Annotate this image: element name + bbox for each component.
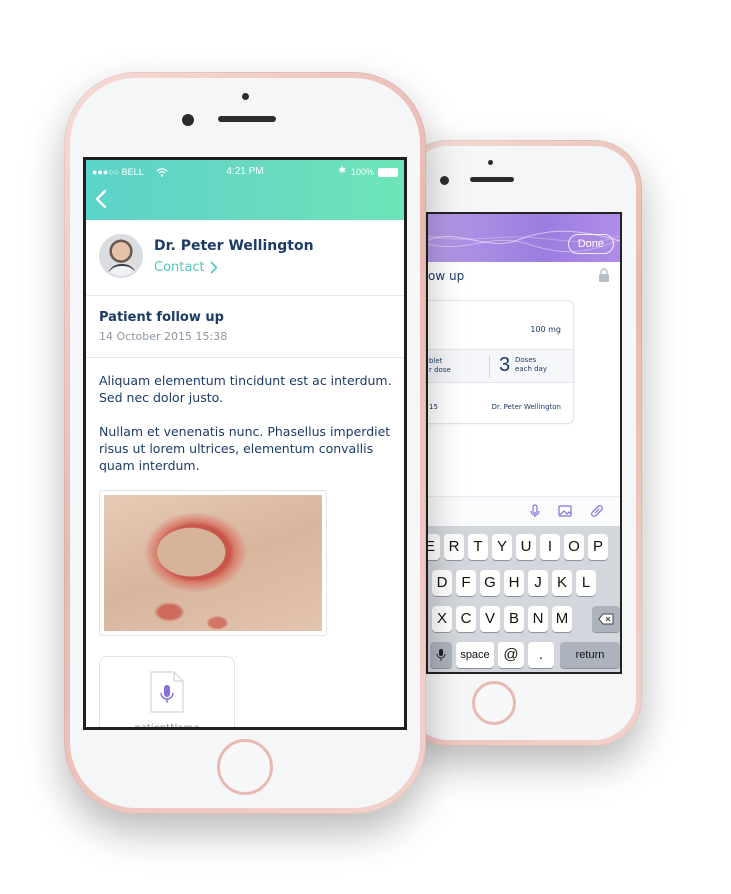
front-phone: ●●●○○ BELL 4:21 PM ✱ 100% Dr. Peter Well… <box>64 72 426 814</box>
key-x[interactable]: X <box>432 606 452 632</box>
audio-attachment[interactable]: patientName <box>99 656 235 730</box>
medication-card[interactable]: 100 mg blet r dose 3 Doses each day 15 D… <box>428 300 574 424</box>
image-icon[interactable] <box>558 504 572 518</box>
return-key[interactable]: return <box>560 642 620 668</box>
back-phone-screen: Done ow up 100 mg blet r dose 3 Doses ea… <box>426 212 622 674</box>
message-body: Aliquam elementum tincidunt est ac inter… <box>99 372 399 491</box>
back-phone-home-button[interactable] <box>472 681 516 725</box>
backspace-icon <box>598 613 614 625</box>
front-phone-screen: ●●●○○ BELL 4:21 PM ✱ 100% Dr. Peter Well… <box>83 157 407 730</box>
key-o[interactable]: O <box>564 534 584 560</box>
doses-frequency: each day <box>515 365 547 373</box>
key-l[interactable]: L <box>576 570 596 596</box>
back-chevron-icon[interactable] <box>94 188 108 210</box>
backspace-key[interactable] <box>592 606 620 632</box>
key-c[interactable]: C <box>456 606 476 632</box>
message-header: Patient follow up 14 October 2015 15:38 <box>86 296 404 358</box>
space-key[interactable]: space <box>456 642 494 668</box>
keyboard: E R T Y U I O P D F G H J K L X C V B N … <box>428 526 620 672</box>
key-k[interactable]: K <box>552 570 572 596</box>
dot-key[interactable]: . <box>528 642 554 668</box>
key-e[interactable]: E <box>428 534 440 560</box>
key-h[interactable]: H <box>504 570 524 596</box>
audio-file-icon <box>150 671 184 713</box>
battery-icon <box>378 168 398 177</box>
photo-attachment[interactable] <box>99 490 327 636</box>
medication-doctor: Dr. Peter Wellington <box>491 403 561 411</box>
attachment-toolbar <box>428 496 620 526</box>
schedule-divider <box>489 356 490 378</box>
medication-header: Done <box>428 214 620 262</box>
front-phone-camera <box>182 114 194 126</box>
doctor-row: Dr. Peter Wellington Contact <box>86 220 404 296</box>
key-f[interactable]: F <box>456 570 476 596</box>
key-j[interactable]: J <box>528 570 548 596</box>
back-phone-camera <box>440 176 449 185</box>
doses-label: Doses <box>515 356 537 364</box>
doctor-avatar <box>99 234 143 278</box>
key-n[interactable]: N <box>528 606 548 632</box>
key-r[interactable]: R <box>444 534 464 560</box>
medication-schedule-row: blet r dose 3 Doses each day <box>428 349 573 383</box>
microphone-key-icon <box>436 649 446 661</box>
message-paragraph: Aliquam elementum tincidunt est ac inter… <box>99 373 392 405</box>
contact-link[interactable]: Contact <box>154 260 205 275</box>
tablet-label: blet <box>429 357 443 365</box>
message-date: 14 October 2015 15:38 <box>99 330 228 343</box>
key-u[interactable]: U <box>516 534 536 560</box>
key-p[interactable]: P <box>588 534 608 560</box>
doctor-name: Dr. Peter Wellington <box>154 238 314 254</box>
key-y[interactable]: Y <box>492 534 512 560</box>
avatar-body <box>107 264 137 276</box>
medication-dose: 100 mg <box>530 325 561 334</box>
tablet-info: blet r dose <box>429 357 451 375</box>
key-i[interactable]: I <box>540 534 560 560</box>
bluetooth-icon: ✱ <box>338 166 346 176</box>
done-button[interactable]: Done <box>567 234 614 254</box>
pill-icon[interactable] <box>590 504 604 518</box>
at-key[interactable]: @ <box>498 642 524 668</box>
back-phone-speaker <box>470 177 514 182</box>
message-title: Patient follow up <box>99 310 224 325</box>
key-t[interactable]: T <box>468 534 488 560</box>
back-phone-proximity-sensor <box>488 160 493 165</box>
key-g[interactable]: G <box>480 570 500 596</box>
microphone-icon[interactable] <box>528 504 542 518</box>
front-phone-home-button[interactable] <box>217 739 273 795</box>
front-phone-proximity-sensor <box>242 93 249 100</box>
lock-icon[interactable] <box>598 268 610 282</box>
key-b[interactable]: B <box>504 606 524 632</box>
chevron-right-icon[interactable] <box>210 261 218 274</box>
medication-start: 15 <box>429 403 438 411</box>
doses-count: 3 <box>499 354 511 376</box>
audio-file-name: patientName <box>134 723 200 730</box>
back-phone: Done ow up 100 mg blet r dose 3 Doses ea… <box>400 140 642 746</box>
key-v[interactable]: V <box>480 606 500 632</box>
back-page-title: ow up <box>428 269 465 283</box>
doses-info: Doses each day <box>515 356 547 374</box>
key-m[interactable]: M <box>552 606 572 632</box>
status-bar: ●●●○○ BELL 4:21 PM ✱ 100% <box>86 160 404 220</box>
battery-percent: 100% <box>350 167 374 177</box>
message-paragraph: Nullam et venenatis nunc. Phasellus impe… <box>99 424 391 473</box>
tablet-per-dose-label: r dose <box>429 366 451 374</box>
key-d[interactable]: D <box>432 570 452 596</box>
front-phone-speaker <box>218 116 276 122</box>
skin-lesion-photo <box>104 495 322 631</box>
dictation-key[interactable] <box>430 642 452 668</box>
